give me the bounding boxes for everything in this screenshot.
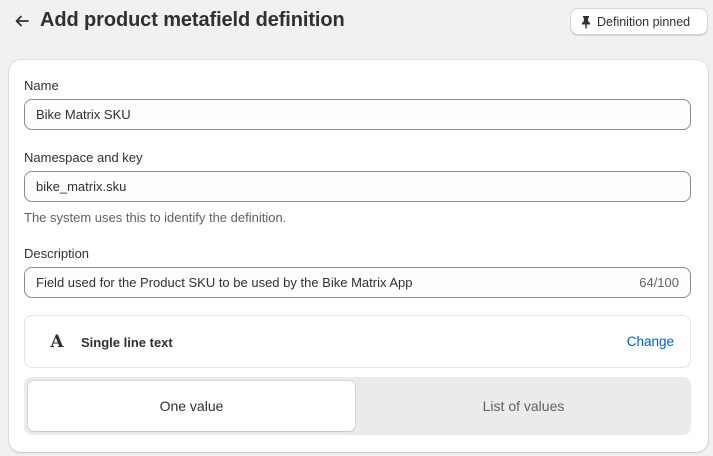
pin-button-label: Definition pinned [597,14,691,29]
namespace-key-label: Namespace and key [24,150,143,165]
list-of-values-option[interactable]: List of values [360,381,687,431]
namespace-key-field[interactable]: bike_matrix.sku [24,171,691,202]
arrow-left-icon [15,15,29,27]
type-name: Single line text [81,335,173,350]
description-field[interactable]: Field used for the Product SKU to be use… [24,267,691,298]
back-button[interactable] [11,10,33,32]
name-label: Name [24,78,59,93]
change-type-link[interactable]: Change [627,334,674,349]
name-field-value: Bike Matrix SKU [36,107,131,122]
type-selector: A Single line text Change [24,315,691,368]
name-field[interactable]: Bike Matrix SKU [24,99,691,130]
description-label: Description [24,246,90,261]
definition-pinned-button[interactable]: Definition pinned [570,8,708,35]
page-header: Add product metafield definition Definit… [0,0,713,44]
value-mode-segmented-control: One value List of values [24,377,691,435]
definition-form-card: Name Bike Matrix SKU Namespace and key b… [9,60,708,452]
pin-icon [581,15,591,29]
description-value: Field used for the Product SKU to be use… [36,275,413,290]
page-title: Add product metafield definition [40,9,345,31]
namespace-key-help-text: The system uses this to identify the def… [24,210,287,225]
description-char-count: 64/100 [639,275,679,290]
namespace-key-value: bike_matrix.sku [36,179,127,194]
one-value-option[interactable]: One value [28,381,355,431]
text-type-icon: A [50,332,64,352]
